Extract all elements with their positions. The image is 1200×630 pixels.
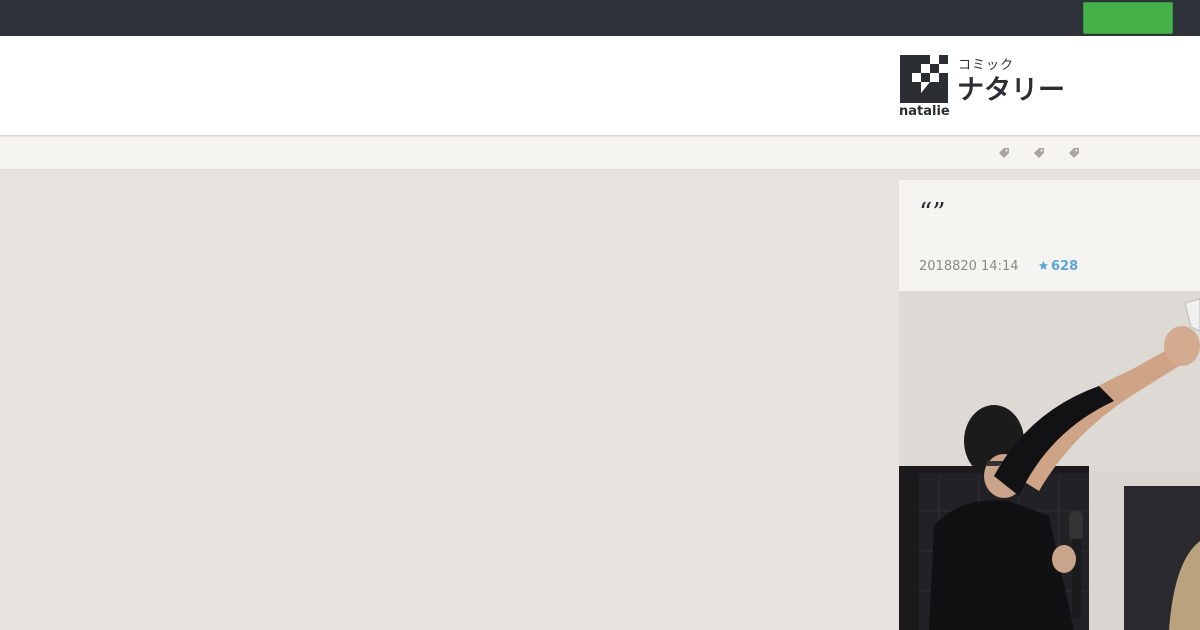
tag-icon[interactable] [1067, 146, 1081, 160]
article-meta: 2018820 14:14 628 [919, 259, 1078, 274]
favorite-count-button[interactable]: 628 [1038, 259, 1078, 274]
header-action-button[interactable] [1083, 2, 1173, 34]
natalie-logo-icon [900, 55, 948, 103]
logo-title: ナタリー [957, 75, 1065, 106]
tag-bar [0, 137, 1200, 170]
article-date: 2018820 14:14 [919, 259, 1019, 274]
site-logo[interactable]: コミック ナタリー natalie [899, 54, 1069, 124]
site-header: コミック ナタリー natalie [0, 36, 1200, 136]
tag-icon[interactable] [997, 146, 1011, 160]
event-photo-image [899, 291, 1200, 630]
article-title[interactable]: “” [919, 198, 946, 228]
top-bar [0, 0, 1200, 36]
logo-brand: natalie [899, 104, 950, 119]
article-photo[interactable] [899, 291, 1200, 630]
article-card: “” 2018820 14:14 628 [899, 180, 1200, 630]
favorite-count: 628 [1051, 259, 1079, 274]
star-icon [1038, 260, 1049, 270]
tag-icon[interactable] [1032, 146, 1046, 160]
